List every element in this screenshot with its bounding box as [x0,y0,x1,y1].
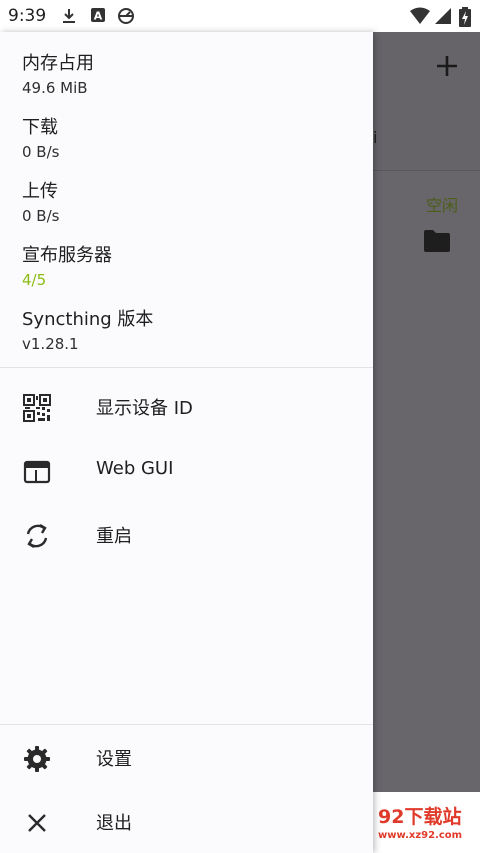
folder-status-label: 空闲 [426,196,459,215]
stat-announce-servers: 宣布服务器 4/5 [22,245,112,290]
stat-upload-value: 0 B/s [22,207,60,225]
watermark-title: 92下载站 [378,806,462,828]
stat-memory-value: 49.6 MiB [22,79,88,97]
background-app-scrim[interactable]: i 空闲 92下载站 www.xz92.com [318,32,480,853]
folder-icon[interactable] [423,229,451,253]
stat-memory: 内存占用 49.6 MiB [22,53,94,98]
menu-web-gui[interactable]: Web GUI [0,438,373,502]
background-divider [373,170,480,171]
menu-settings-label: 设置 [96,749,132,770]
signal-icon [435,8,451,24]
watermark-url: www.xz92.com [378,830,463,841]
stat-download-label: 下载 [22,117,58,138]
menu-restart[interactable]: 重启 [0,502,373,566]
stat-upload: 上传 0 B/s [22,181,59,226]
stat-download-value: 0 B/s [22,143,60,161]
stat-download: 下载 0 B/s [22,117,59,162]
stat-upload-label: 上传 [22,181,58,202]
stat-version-label: Syncthing 版本 [22,309,154,330]
menu-show-device-id-label: 显示设备 ID [96,398,193,419]
font-a-icon: A [91,8,105,23]
plus-icon[interactable] [435,54,459,78]
menu-exit[interactable]: 退出 [0,789,373,853]
close-icon [28,814,46,832]
download-icon [63,9,75,23]
settings-gear-icon [24,746,50,772]
navigation-drawer: 内存占用 49.6 MiB 下载 0 B/s 上传 0 B/s 宣布服务器 4/… [0,32,373,853]
qr-code-icon [23,394,51,422]
battery-charging-icon [459,7,471,27]
background-toolbar [373,32,480,171]
menu-settings[interactable]: 设置 [0,725,373,789]
stat-announce-servers-label: 宣布服务器 [22,245,112,266]
menu-show-device-id[interactable]: 显示设备 ID [0,374,373,438]
restart-icon [26,523,48,549]
drawer-divider-top [0,367,373,368]
stat-version: Syncthing 版本 v1.28.1 [22,309,153,354]
stat-version-value: v1.28.1 [22,335,79,353]
sync-icon [118,8,134,24]
status-bar: 9:39 A [0,0,480,32]
menu-exit-label: 退出 [96,813,132,834]
svg-text:A: A [94,10,103,23]
menu-restart-label: 重启 [96,526,132,547]
menu-web-gui-label: Web GUI [96,458,174,479]
status-time: 9:39 [8,6,47,26]
browser-window-icon [23,460,51,484]
stat-announce-servers-value: 4/5 [22,271,47,289]
background-partial-text: i [373,128,378,147]
stat-memory-label: 内存占用 [22,53,94,74]
wifi-icon [410,7,430,24]
